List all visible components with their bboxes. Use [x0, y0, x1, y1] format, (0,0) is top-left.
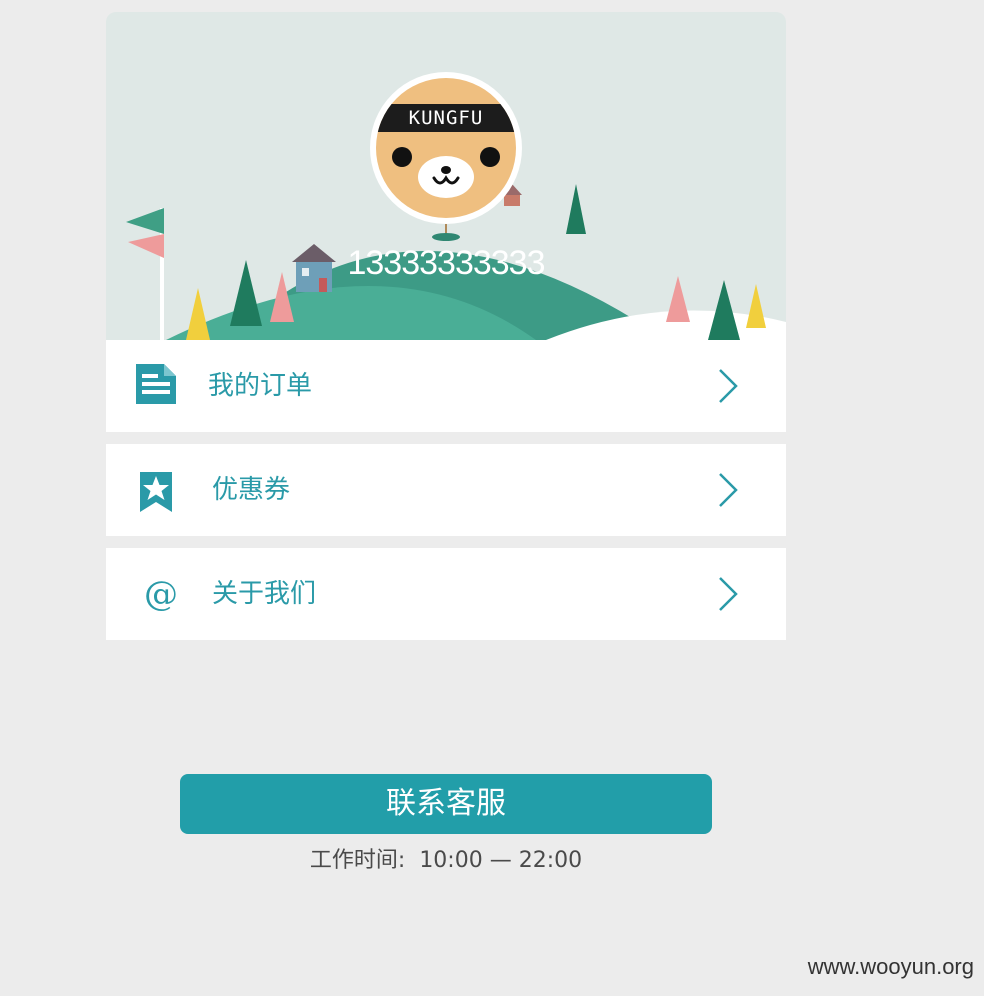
profile-banner: KUNGFU 13333333333	[106, 12, 786, 340]
bear-eye-right	[480, 147, 500, 167]
contact-support-button[interactable]: 联系客服	[180, 774, 712, 834]
chevron-right-icon	[719, 369, 738, 403]
avatar-headband: KUNGFU	[376, 104, 516, 132]
hours-label: 工作时间:	[309, 848, 406, 873]
bear-eye-left	[392, 147, 412, 167]
coupon-star-icon	[140, 472, 172, 512]
menu-item-about-us[interactable]: @ 关于我们	[106, 548, 786, 640]
menu-item-coupons[interactable]: 优惠券	[106, 444, 786, 536]
menu-item-label: 我的订单	[208, 371, 313, 401]
menu-item-label: 优惠券	[212, 475, 291, 505]
menu-item-my-orders[interactable]: 我的订单	[106, 340, 786, 432]
phone-number: 13333333333	[347, 244, 545, 282]
document-icon	[136, 364, 176, 404]
menu-item-label: 关于我们	[212, 579, 317, 609]
at-icon: @	[144, 574, 178, 614]
bear-snout	[418, 156, 474, 198]
avatar[interactable]: KUNGFU	[370, 72, 522, 224]
chevron-right-icon	[719, 473, 738, 507]
working-hours: 工作时间: 10:00 — 22:00	[180, 842, 712, 874]
hours-value: 10:00 — 22:00	[419, 848, 583, 873]
chevron-right-icon	[719, 577, 738, 611]
watermark: www.wooyun.org	[807, 954, 974, 979]
bear-face: KUNGFU	[376, 78, 516, 218]
profile-screen: KUNGFU 13333333333 我的订单 优惠券 @ 关于我们	[106, 12, 786, 652]
